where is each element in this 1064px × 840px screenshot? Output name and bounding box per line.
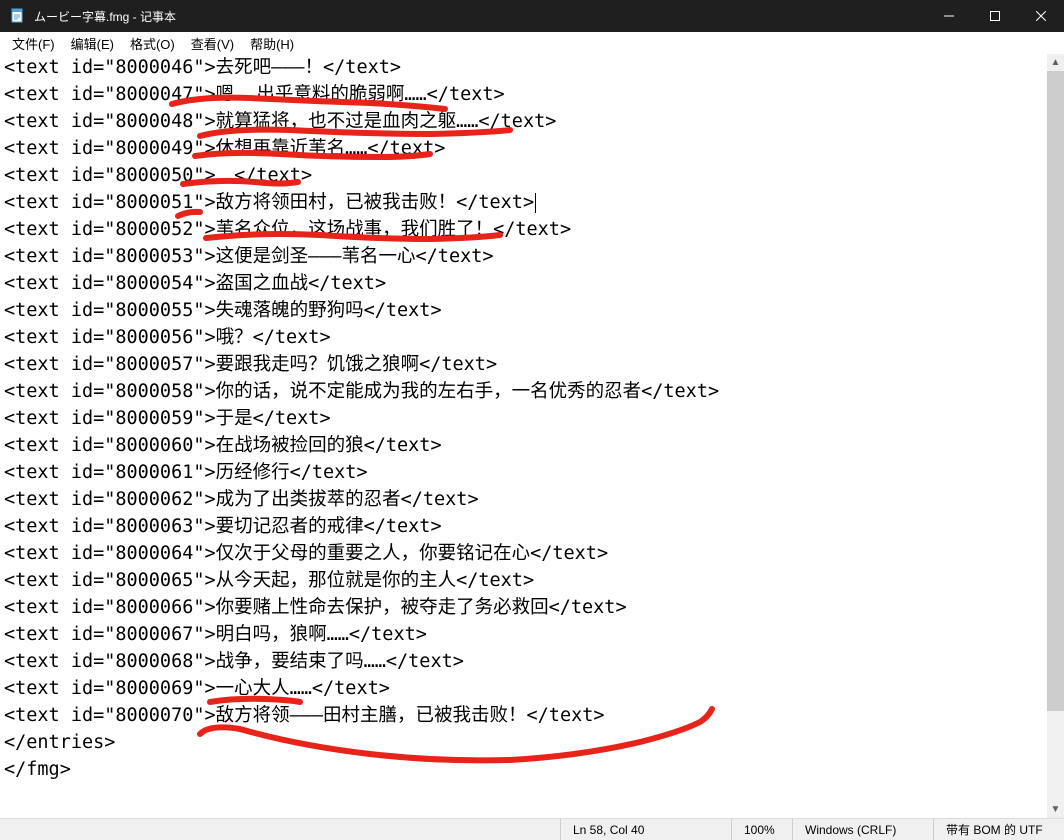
text-line: <text id="8000063">要切记忍者的戒律</text>	[4, 513, 1060, 540]
text-caret	[535, 193, 536, 213]
status-encoding: 带有 BOM 的 UTF	[934, 819, 1064, 840]
text-line: <text id="8000070">敌方将领———田村主膳，已被我击败！</t…	[4, 702, 1060, 729]
status-zoom: 100%	[732, 819, 792, 840]
scroll-up-icon[interactable]: ▲	[1047, 54, 1064, 71]
text-line: <text id="8000064">仅次于父母的重要之人，你要铭记在心</te…	[4, 540, 1060, 567]
text-line: </fmg>	[4, 756, 1060, 783]
titlebar: ムービー字幕.fmg - 记事本	[0, 0, 1064, 32]
text-line: <text id="8000050"> </text>	[4, 162, 1060, 189]
text-line: <text id="8000053">这便是剑圣———苇名一心</text>	[4, 243, 1060, 270]
text-line: <text id="8000054">盗国之血战</text>	[4, 270, 1060, 297]
text-line: <text id="8000055">失魂落魄的野狗吗</text>	[4, 297, 1060, 324]
menu-help[interactable]: 帮助(H)	[242, 32, 302, 55]
menu-view[interactable]: 查看(V)	[183, 32, 242, 55]
text-line: <text id="8000057">要跟我走吗？饥饿之狼啊</text>	[4, 351, 1060, 378]
text-line: <text id="8000058">你的话，说不定能成为我的左右手，一名优秀的…	[4, 378, 1060, 405]
menu-edit[interactable]: 编辑(E)	[63, 32, 122, 55]
menu-format[interactable]: 格式(O)	[122, 32, 183, 55]
minimize-button[interactable]	[926, 0, 972, 32]
text-line: <text id="8000069">一心大人……</text>	[4, 675, 1060, 702]
text-line: <text id="8000062">成为了出类拔萃的忍者</text>	[4, 486, 1060, 513]
text-line: <text id="8000065">从今天起，那位就是你的主人</text>	[4, 567, 1060, 594]
text-line: <text id="8000047">嗯……出乎意料的脆弱啊……</text>	[4, 81, 1060, 108]
statusbar: Ln 58, Col 40 100% Windows (CRLF) 带有 BOM…	[0, 818, 1064, 840]
menu-file[interactable]: 文件(F)	[4, 32, 63, 55]
window-title: ムービー字幕.fmg - 记事本	[34, 8, 926, 25]
maximize-button[interactable]	[972, 0, 1018, 32]
menubar: 文件(F) 编辑(E) 格式(O) 查看(V) 帮助(H)	[0, 32, 1064, 54]
vertical-scrollbar[interactable]: ▲ ▼	[1047, 54, 1064, 818]
text-line: <text id="8000061">历经修行</text>	[4, 459, 1060, 486]
status-position: Ln 58, Col 40	[561, 819, 731, 840]
text-line: <text id="8000056">哦？</text>	[4, 324, 1060, 351]
text-line: <text id="8000049">休想再靠近苇名……</text>	[4, 135, 1060, 162]
text-line: <text id="8000046">去死吧———！</text>	[4, 54, 1060, 81]
close-button[interactable]	[1018, 0, 1064, 32]
text-line: <text id="8000060">在战场被捡回的狼</text>	[4, 432, 1060, 459]
text-content[interactable]: <text id="8000046">去死吧———！</text><text i…	[0, 54, 1064, 818]
text-line: <text id="8000067">明白吗，狼啊……</text>	[4, 621, 1060, 648]
scroll-down-icon[interactable]: ▼	[1047, 801, 1064, 818]
status-eol: Windows (CRLF)	[793, 819, 933, 840]
text-line: <text id="8000051">敌方将领田村，已被我击败！</text>	[4, 189, 1060, 216]
text-line: <text id="8000059">于是</text>	[4, 405, 1060, 432]
text-line: <text id="8000068">战争，要结束了吗……</text>	[4, 648, 1060, 675]
text-line: <text id="8000048">就算猛将，也不过是血肉之躯……</text…	[4, 108, 1060, 135]
editor-area: <text id="8000046">去死吧———！</text><text i…	[0, 54, 1064, 818]
window-controls	[926, 0, 1064, 32]
scroll-thumb[interactable]	[1047, 71, 1064, 711]
text-line: </entries>	[4, 729, 1060, 756]
text-line: <text id="8000052">苇名众位，这场战事，我们胜了！</text…	[4, 216, 1060, 243]
notepad-icon	[10, 8, 26, 24]
text-line: <text id="8000066">你要赌上性命去保护，被夺走了务必救回</t…	[4, 594, 1060, 621]
